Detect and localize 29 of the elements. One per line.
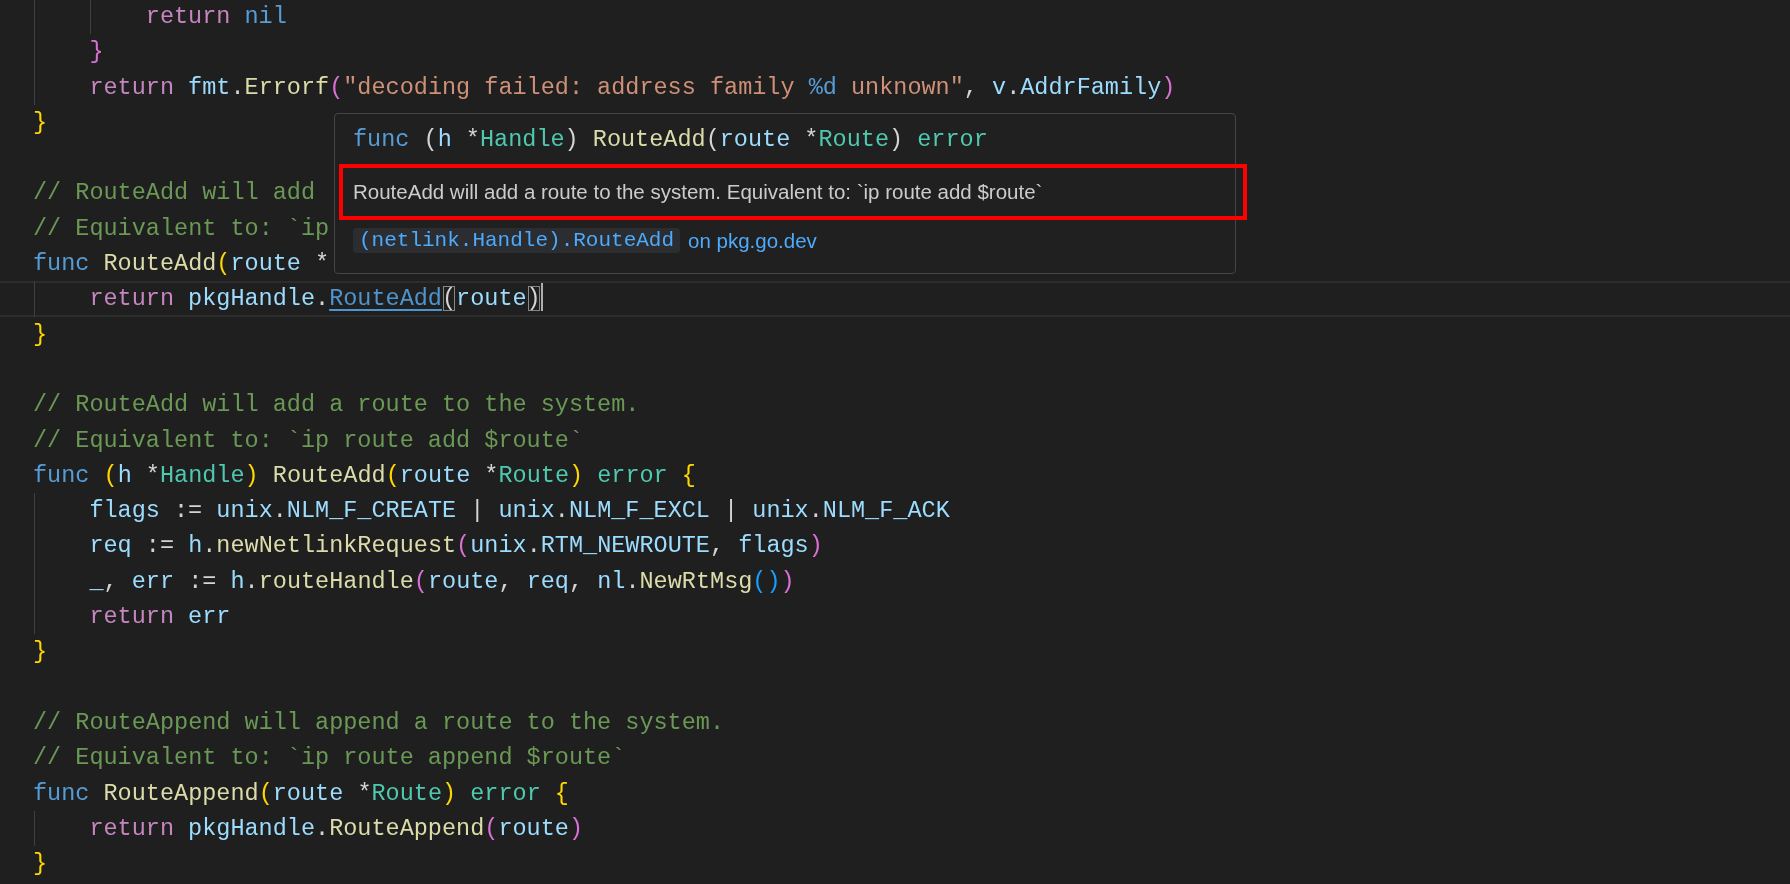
- code-line: flags := unix.NLM_F_CREATE | unix.NLM_F_EXCL | unix.NLM_F_ACK: [89, 496, 950, 527]
- function-signature: func (h *Handle) RouteAdd(route *Route) error: [353, 125, 989, 155]
- code-line: }: [33, 637, 48, 668]
- symbol-link[interactable]: (netlink.Handle).RouteAdd: [353, 228, 681, 253]
- code-line: func (h *Handle) RouteAdd(route *Route) error {: [33, 460, 696, 491]
- symbol-link[interactable]: RouteAdd: [329, 281, 442, 317]
- code-line: // Equivalent to: `ip route append $route`: [33, 743, 626, 774]
- code-line: // Equivalent to: `ip route add $route`: [33, 425, 583, 456]
- text-cursor: [540, 281, 543, 312]
- code-line: // RouteAppend will append a route to the system.: [33, 707, 724, 738]
- code-line: return fmt.Errorf("decoding failed: address family %d unknown", v.AddrFamily): [89, 72, 1176, 103]
- code-line: return pkgHandle.RouteAppend(route): [89, 813, 583, 844]
- code-line: func RouteAdd(route *: [33, 249, 330, 280]
- code-line: }: [33, 107, 48, 138]
- code-line: }: [33, 319, 48, 350]
- code-line: // RouteAdd will add a route to the system.: [33, 390, 640, 421]
- code-line: // Equivalent to: `ip: [33, 213, 330, 244]
- code-line: }: [89, 37, 104, 68]
- code-line: func RouteAppend(route *Route) error {: [33, 778, 569, 809]
- code-line: return err: [89, 602, 231, 633]
- code-text: (route): [441, 284, 541, 315]
- doc-text: RouteAdd will add a route to the system. Equivalent to: `ip route add $route`: [353, 180, 1043, 204]
- code-line: _, err := h.routeHandle(route, req, nl.NewRtMsg()): [89, 566, 795, 597]
- code-line: }: [33, 849, 48, 880]
- docs-link[interactable]: on pkg.go.dev: [688, 228, 817, 253]
- code-line: // RouteAdd will add: [33, 178, 317, 209]
- code-text: return pkgHandle.: [89, 284, 330, 315]
- code-line: req := h.newNetlinkRequest(unix.RTM_NEWROUTE, flags): [89, 531, 823, 562]
- code-line: return nil: [145, 2, 287, 32]
